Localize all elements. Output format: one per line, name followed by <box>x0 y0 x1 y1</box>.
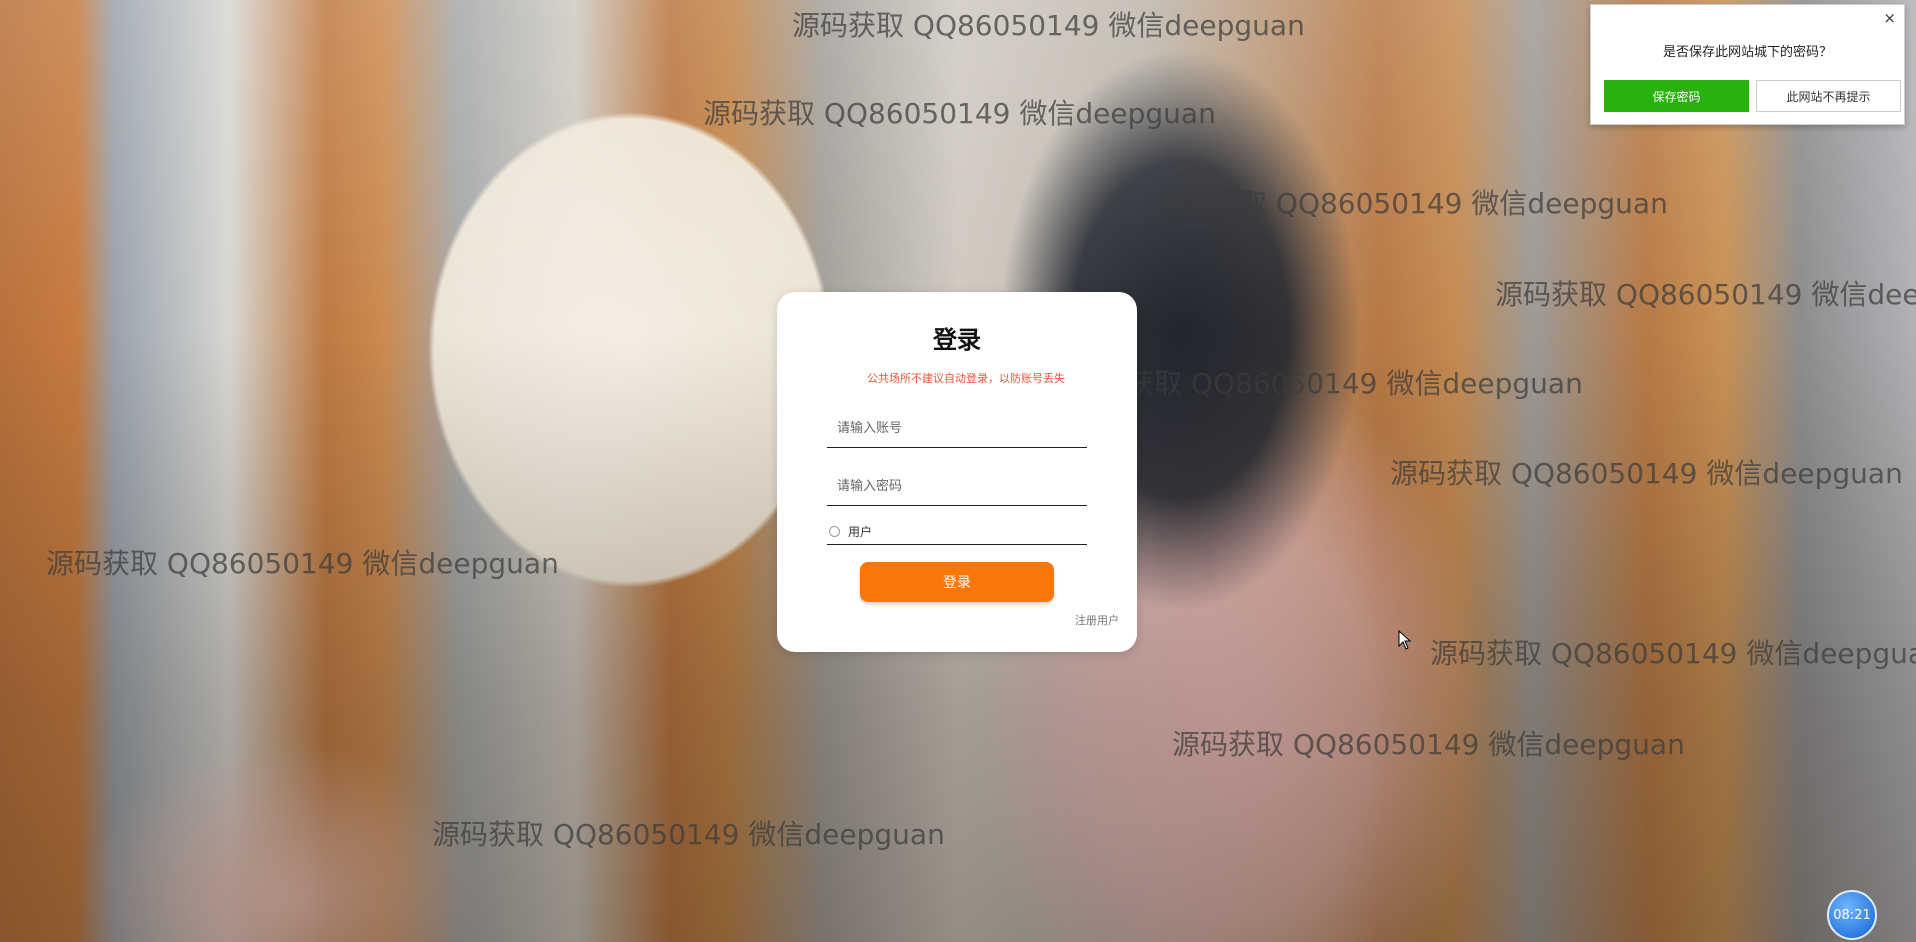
close-icon[interactable]: × <box>1883 9 1896 27</box>
save-password-popup: × 是否保存此网站城下的密码？ 保存密码 此网站不再提示 <box>1590 4 1905 125</box>
watermark: 源码获取 QQ86050149 微信deepguan <box>1495 278 1916 311</box>
role-selector: 用户 <box>827 519 1087 545</box>
watermark: 源码获取 QQ86050149 微信deepguan <box>1155 187 1668 220</box>
watermark: 源码获取 QQ86050149 微信deepguan <box>703 97 1216 130</box>
register-link[interactable]: 注册用户 <box>1075 612 1119 628</box>
watermark: 源码获取 QQ86050149 微信deepguan <box>792 9 1305 42</box>
login-title: 登录 <box>933 326 981 354</box>
role-radio-user[interactable] <box>829 526 840 537</box>
clock-widget[interactable]: 08:21 <box>1827 890 1877 940</box>
security-notice: 公共场所不建议自动登录，以防账号丢失 <box>867 372 1065 385</box>
save-password-question: 是否保存此网站城下的密码？ <box>1662 45 1832 60</box>
watermark: 源码获取 QQ86050149 微信deepguan <box>46 547 559 580</box>
watermark: 源码获取 QQ86050149 微信deepguan <box>432 818 945 851</box>
username-input[interactable] <box>827 408 1087 448</box>
watermark: 源码获取 QQ86050149 微信deepguan <box>1070 367 1583 400</box>
save-password-button[interactable]: 保存密码 <box>1604 80 1749 112</box>
watermark: 源码获取 QQ86050149 微信deepguan <box>1430 637 1916 670</box>
watermark: 源码获取 QQ86050149 微信deepguan <box>1172 728 1685 761</box>
password-input[interactable] <box>827 466 1087 506</box>
never-save-button[interactable]: 此网站不再提示 <box>1756 80 1901 112</box>
login-card: 登录 公共场所不建议自动登录，以防账号丢失 用户 登录 注册用户 <box>777 292 1137 652</box>
mouse-cursor-icon <box>1398 630 1412 650</box>
watermark: 源码获取 QQ86050149 微信deepguan <box>1390 457 1903 490</box>
clock-time: 08:21 <box>1833 907 1871 923</box>
role-label-user[interactable]: 用户 <box>848 523 872 540</box>
login-button[interactable]: 登录 <box>860 562 1054 602</box>
